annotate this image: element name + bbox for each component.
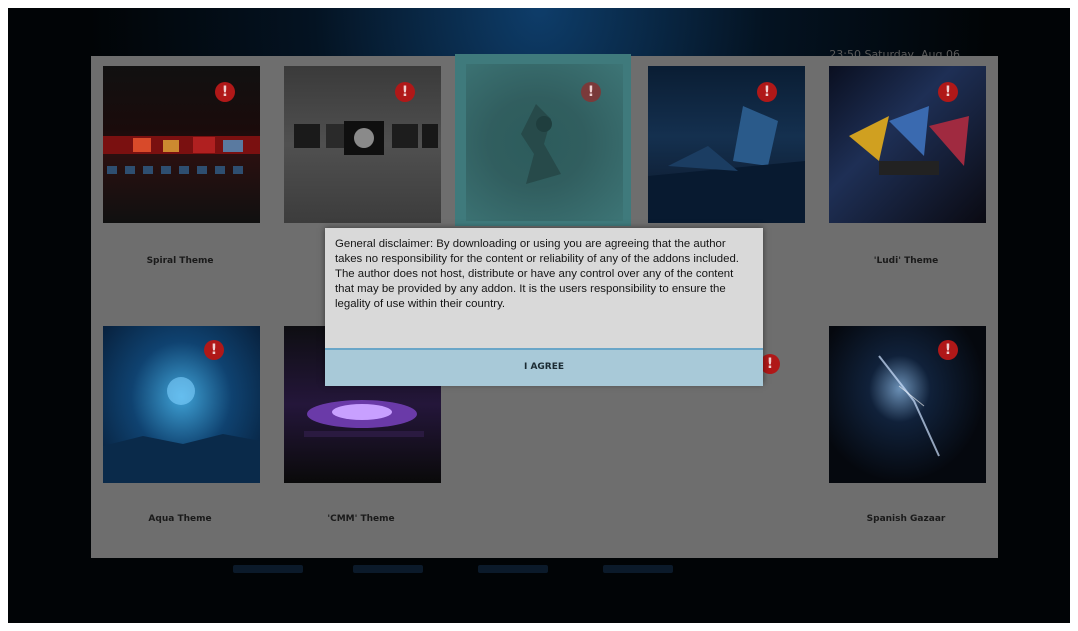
alert-badge-icon: ! — [395, 82, 415, 102]
theme-label-cmm: 'CMM' Theme — [327, 514, 395, 524]
theme-thumbnail — [829, 66, 986, 223]
theme-tile-2[interactable]: ! — [273, 56, 449, 224]
theme-tile-4[interactable]: ! — [637, 56, 813, 224]
thumbnail-art — [294, 121, 438, 155]
agree-button[interactable]: I AGREE — [325, 348, 763, 386]
thumbnail-art — [103, 377, 260, 483]
thumbnail-art — [878, 355, 940, 457]
alert-badge-icon: ! — [215, 82, 235, 102]
alert-badge-icon: ! — [204, 340, 224, 360]
theme-label-ludi: 'Ludi' Theme — [873, 256, 939, 266]
alert-badge-icon: ! — [581, 82, 601, 102]
menu-segment[interactable] — [478, 565, 548, 573]
theme-thumbnail — [284, 66, 441, 223]
menu-segment[interactable] — [353, 565, 423, 573]
disclaimer-dialog: General disclaimer: By downloading or us… — [325, 228, 763, 386]
thumbnail-art — [103, 136, 260, 174]
alert-badge-icon: ! — [938, 82, 958, 102]
alert-badge-icon: ! — [938, 340, 958, 360]
theme-tile-aqua[interactable]: ! — [92, 316, 268, 484]
theme-thumbnail — [103, 66, 260, 223]
menu-segment[interactable] — [603, 565, 673, 573]
alert-badge-icon: ! — [757, 82, 777, 102]
bottom-menu-bar — [8, 560, 1070, 580]
disclaimer-text: General disclaimer: By downloading or us… — [335, 238, 739, 310]
menu-segment[interactable] — [233, 565, 303, 573]
theme-thumbnail — [829, 326, 986, 483]
alert-badge-icon: ! — [760, 354, 780, 374]
tv-screen: 23:50 Saturday, Aug 06 ! Spiral Theme ! … — [8, 8, 1070, 623]
thumbnail-art — [849, 106, 969, 175]
theme-thumbnail — [103, 326, 260, 483]
thumbnail-art — [648, 106, 805, 223]
theme-tile-ludi[interactable]: ! — [818, 56, 994, 224]
theme-label-aqua: Aqua Theme — [148, 514, 212, 524]
theme-tile-spanish[interactable]: ! — [818, 316, 994, 484]
theme-thumbnail — [648, 66, 805, 223]
theme-label-spiral: Spiral Theme — [146, 256, 214, 266]
theme-tile-3-focused[interactable]: ! — [455, 54, 631, 226]
theme-label-spanish: Spanish Gazaar — [866, 514, 946, 524]
theme-tile-spiral[interactable]: ! — [92, 56, 268, 224]
